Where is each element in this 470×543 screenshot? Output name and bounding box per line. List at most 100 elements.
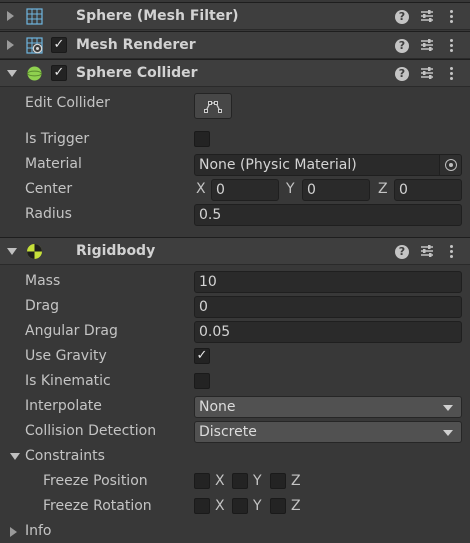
radius-row: Radius 0.5 [0, 204, 470, 226]
object-picker-icon[interactable] [439, 155, 461, 175]
freeze-position-y-checkbox[interactable] [232, 473, 248, 489]
mesh-renderer-icon [26, 37, 43, 54]
foldout-arrow-icon[interactable] [7, 40, 14, 50]
dropdown-arrow-icon [443, 430, 453, 436]
is-kinematic-checkbox[interactable] [194, 373, 210, 389]
angular-drag-field[interactable]: 0.05 [194, 321, 462, 343]
sphere-collider-header[interactable]: ✓ Sphere Collider ? [0, 59, 470, 87]
edit-collider-row: Edit Collider [0, 93, 470, 121]
freeze-position-x-label: X [215, 473, 225, 489]
constraints-foldout-icon[interactable] [10, 453, 20, 460]
enabled-checkbox[interactable]: ✓ [51, 37, 67, 53]
context-menu-icon[interactable] [447, 244, 455, 260]
drag-field[interactable]: 0 [194, 296, 462, 318]
freeze-rotation-row: Freeze Rotation X Y Z [0, 496, 470, 518]
component-title: Rigidbody [76, 243, 156, 259]
foldout-arrow-icon[interactable] [7, 70, 17, 77]
interpolate-value: None [199, 399, 236, 415]
use-gravity-label: Use Gravity [25, 348, 107, 364]
material-row: Material None (Physic Material) [0, 154, 470, 176]
info-row[interactable]: Info [0, 521, 470, 543]
mass-label: Mass [25, 273, 61, 289]
mass-row: Mass 10 [0, 271, 470, 293]
radius-field[interactable]: 0.5 [194, 204, 462, 226]
is-trigger-label: Is Trigger [25, 131, 90, 147]
context-menu-icon[interactable] [447, 66, 455, 82]
info-foldout-icon[interactable] [10, 527, 17, 537]
mesh-filter-header[interactable]: Sphere (Mesh Filter) ? [0, 2, 470, 30]
angular-drag-row: Angular Drag 0.05 [0, 321, 470, 343]
enabled-checkbox[interactable]: ✓ [51, 65, 67, 81]
help-icon[interactable]: ? [395, 245, 409, 259]
freeze-position-z-checkbox[interactable] [270, 473, 286, 489]
help-icon[interactable]: ? [395, 10, 409, 24]
preset-settings-icon[interactable] [420, 9, 434, 23]
component-title: Sphere (Mesh Filter) [76, 8, 239, 24]
interpolate-label: Interpolate [25, 398, 102, 414]
center-y-label[interactable]: Y [286, 181, 295, 197]
center-x-field[interactable]: 0 [211, 179, 279, 201]
freeze-position-x-checkbox[interactable] [194, 473, 210, 489]
material-label: Material [25, 156, 82, 172]
constraints-row[interactable]: Constraints [0, 446, 470, 468]
center-x-label[interactable]: X [196, 181, 206, 197]
material-value: None (Physic Material) [199, 157, 357, 173]
preset-settings-icon[interactable] [420, 38, 434, 52]
freeze-rotation-x-checkbox[interactable] [194, 498, 210, 514]
constraints-label: Constraints [25, 448, 105, 464]
preset-settings-icon[interactable] [420, 66, 434, 80]
preset-settings-icon[interactable] [420, 244, 434, 258]
rigidbody-icon [27, 244, 42, 259]
foldout-arrow-icon[interactable] [7, 11, 14, 21]
help-icon[interactable]: ? [395, 39, 409, 53]
mesh-filter-icon [26, 8, 43, 25]
collision-detection-dropdown[interactable]: Discrete [194, 421, 462, 443]
center-row: Center X 0 Y 0 Z 0 [0, 179, 470, 201]
component-title: Sphere Collider [76, 65, 198, 81]
dropdown-arrow-icon [443, 405, 453, 411]
drag-label: Drag [25, 298, 60, 314]
center-z-field[interactable]: 0 [394, 179, 462, 201]
freeze-position-z-label: Z [291, 473, 301, 489]
freeze-position-row: Freeze Position X Y Z [0, 471, 470, 493]
center-z-label[interactable]: Z [378, 181, 388, 197]
freeze-rotation-z-checkbox[interactable] [270, 498, 286, 514]
edit-collider-label: Edit Collider [25, 95, 110, 111]
use-gravity-checkbox[interactable]: ✓ [194, 348, 210, 364]
is-trigger-row: Is Trigger [0, 129, 470, 151]
interpolate-row: Interpolate None [0, 396, 470, 418]
center-label: Center [25, 181, 73, 197]
is-kinematic-label: Is Kinematic [25, 373, 111, 389]
rigidbody-header[interactable]: Rigidbody ? [0, 237, 470, 265]
collision-detection-label: Collision Detection [25, 423, 157, 439]
angular-drag-label: Angular Drag [25, 323, 118, 339]
freeze-rotation-label: Freeze Rotation [43, 498, 152, 514]
material-object-field[interactable]: None (Physic Material) [194, 154, 462, 176]
component-title: Mesh Renderer [76, 37, 196, 53]
info-label: Info [25, 523, 52, 539]
mesh-renderer-header[interactable]: ✓ Mesh Renderer ? [0, 31, 470, 59]
help-icon[interactable]: ? [395, 67, 409, 81]
context-menu-icon[interactable] [447, 9, 455, 25]
interpolate-dropdown[interactable]: None [194, 396, 462, 418]
freeze-rotation-z-label: Z [291, 498, 301, 514]
mass-field[interactable]: 10 [194, 271, 462, 293]
freeze-rotation-y-label: Y [253, 498, 262, 514]
edit-collider-button[interactable] [194, 93, 232, 119]
drag-row: Drag 0 [0, 296, 470, 318]
freeze-position-label: Freeze Position [43, 473, 148, 489]
collision-detection-row: Collision Detection Discrete [0, 421, 470, 443]
sphere-collider-icon [27, 66, 42, 81]
is-trigger-checkbox[interactable] [194, 131, 210, 147]
freeze-rotation-y-checkbox[interactable] [232, 498, 248, 514]
foldout-arrow-icon[interactable] [7, 248, 17, 255]
context-menu-icon[interactable] [447, 38, 455, 54]
use-gravity-row: Use Gravity ✓ [0, 346, 470, 368]
is-kinematic-row: Is Kinematic [0, 371, 470, 393]
freeze-rotation-x-label: X [215, 498, 225, 514]
edit-collider-icon [204, 101, 222, 113]
center-y-field[interactable]: 0 [302, 179, 370, 201]
freeze-position-y-label: Y [253, 473, 262, 489]
collision-detection-value: Discrete [199, 424, 257, 440]
radius-label: Radius [25, 206, 72, 222]
